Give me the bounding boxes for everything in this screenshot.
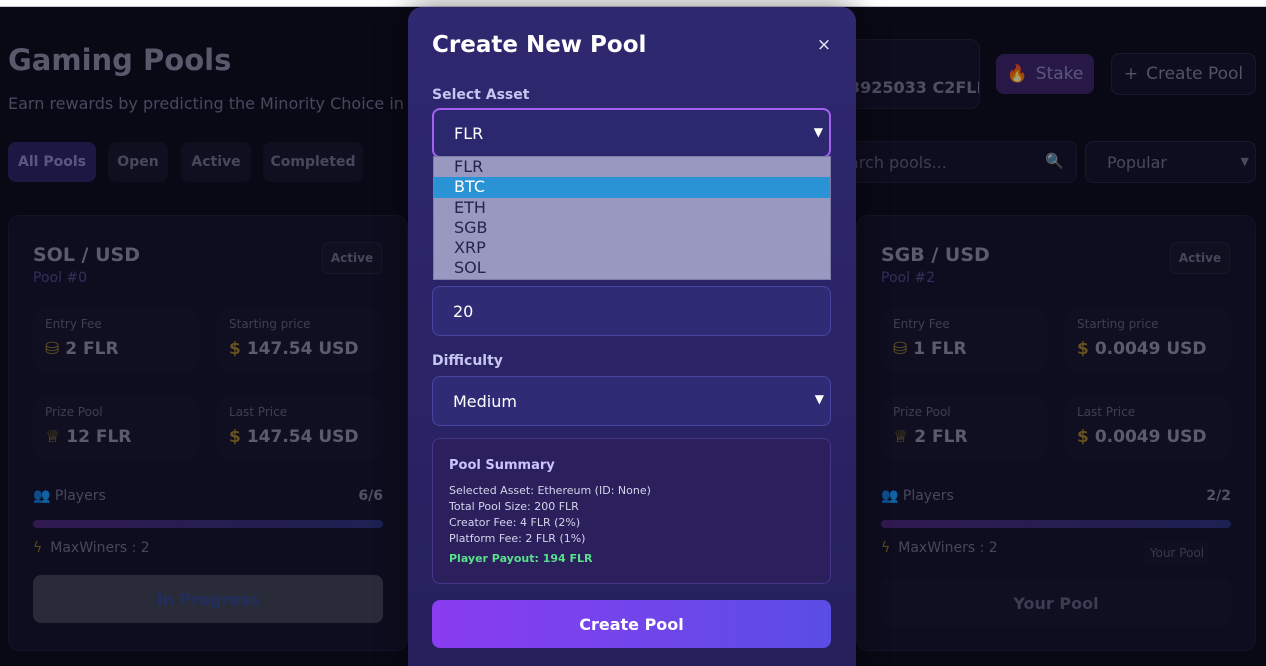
modal-title: Create New Pool bbox=[432, 32, 647, 58]
asset-option-sgb[interactable]: SGB bbox=[434, 218, 830, 238]
asset-option-sol[interactable]: SOL bbox=[434, 258, 830, 278]
asset-option-flr[interactable]: FLR bbox=[434, 157, 830, 177]
summary-line: Total Pool Size: 200 FLR bbox=[449, 500, 579, 513]
summary-title: Pool Summary bbox=[449, 458, 555, 473]
chevron-down-icon: ▼ bbox=[813, 125, 823, 139]
asset-select-value: FLR bbox=[454, 123, 484, 143]
difficulty-select[interactable]: Medium ▼ bbox=[432, 376, 831, 426]
summary-line: Selected Asset: Ethereum (ID: None) bbox=[449, 484, 651, 497]
player-payout: Player Payout: 194 FLR bbox=[449, 552, 593, 565]
difficulty-label: Difficulty bbox=[432, 353, 503, 369]
create-pool-modal: Create New Pool × Select Asset FLR ▼ 20 … bbox=[408, 7, 856, 666]
asset-dropdown-list: FLR BTC ETH SGB XRP SOL bbox=[433, 156, 831, 280]
asset-label: Select Asset bbox=[432, 87, 530, 103]
asset-select[interactable]: FLR ▼ bbox=[432, 108, 831, 158]
asset-option-btc[interactable]: BTC bbox=[434, 177, 830, 198]
chevron-down-icon: ▼ bbox=[814, 392, 824, 406]
pool-summary: Pool Summary Selected Asset: Ethereum (I… bbox=[432, 438, 831, 584]
players-input[interactable]: 20 bbox=[432, 286, 831, 336]
players-input-value: 20 bbox=[453, 301, 474, 321]
browser-top-strip bbox=[0, 0, 1266, 7]
summary-line: Platform Fee: 2 FLR (1%) bbox=[449, 532, 586, 545]
asset-option-xrp[interactable]: XRP bbox=[434, 238, 830, 258]
summary-line: Creator Fee: 4 FLR (2%) bbox=[449, 516, 581, 529]
difficulty-value: Medium bbox=[453, 391, 517, 411]
asset-option-eth[interactable]: ETH bbox=[434, 198, 830, 218]
close-icon[interactable]: × bbox=[816, 36, 832, 54]
create-pool-submit-button[interactable]: Create Pool bbox=[432, 600, 831, 648]
